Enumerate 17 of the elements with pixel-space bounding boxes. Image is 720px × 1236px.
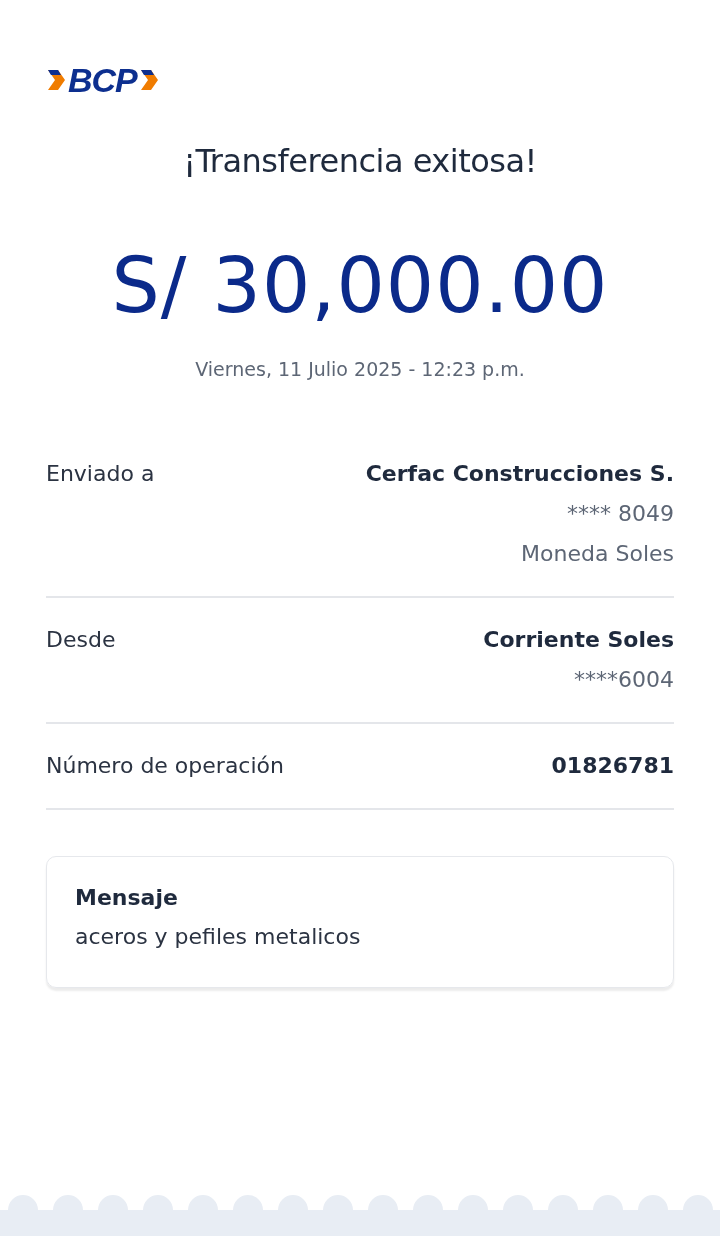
detail-value: Corriente Soles [483, 626, 674, 654]
detail-value: ****6004 [574, 666, 674, 694]
date-time: Viernes, 11 Julio 2025 - 12:23 p.m. [194, 358, 526, 380]
detail-label: Enviado a [46, 460, 155, 488]
brand-logo: BCP [68, 63, 137, 97]
page-title: ¡Transferencia exitosa! [182, 142, 538, 180]
message-text: aceros y pefiles metalicos [75, 924, 362, 949]
chevron-icon [46, 68, 66, 92]
detail-value: 01826781 [551, 752, 674, 780]
amount: S/ 30,000.00 [110, 248, 610, 324]
detail-value: Cerfac Construcciones S. [365, 460, 674, 488]
detail-value: **** 8049 [567, 500, 674, 528]
detail-value: Moneda Soles [521, 540, 674, 568]
detail-label: Desde [46, 626, 116, 654]
detail-label: Número de operación [46, 752, 284, 780]
message-title: Mensaje [75, 885, 179, 910]
chevron-icon [138, 68, 159, 92]
